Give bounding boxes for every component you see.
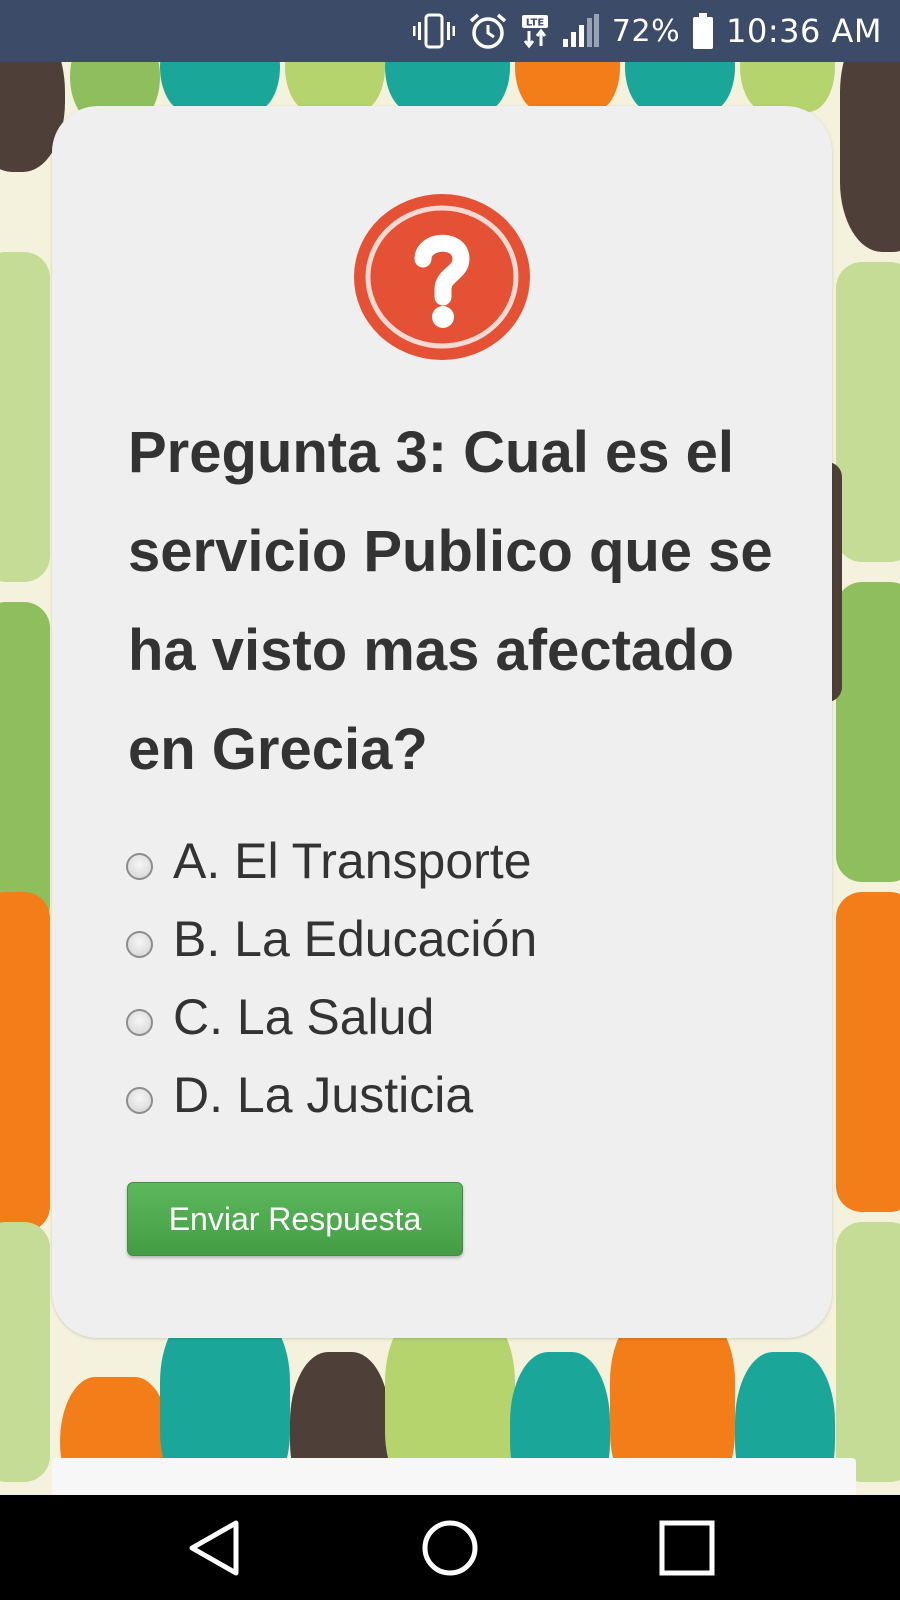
back-icon[interactable] [180, 1513, 250, 1583]
submit-answer-button[interactable]: Enviar Respuesta [127, 1182, 463, 1256]
option-a-label[interactable]: A. El Transporte [173, 832, 532, 890]
option-c[interactable]: C. La Salud [126, 978, 776, 1056]
answer-options: A. El Transporte B. La Educación C. La S… [126, 822, 776, 1134]
battery-icon [692, 12, 714, 50]
signal-icon [562, 13, 600, 49]
option-a[interactable]: A. El Transporte [126, 822, 776, 900]
option-d-label[interactable]: D. La Justicia [173, 1066, 473, 1124]
status-bar: LTE 72% 10:36 AM [0, 0, 900, 62]
option-c-label[interactable]: C. La Salud [173, 988, 434, 1046]
home-icon[interactable] [415, 1513, 485, 1583]
question-mark-icon [353, 193, 531, 361]
battery-percent: 72% [611, 13, 681, 49]
vibrate-icon [412, 13, 456, 49]
option-c-radio[interactable] [126, 1008, 153, 1036]
alarm-icon [468, 12, 508, 50]
option-b-radio[interactable] [126, 930, 153, 958]
option-b-label[interactable]: B. La Educación [173, 910, 537, 968]
option-d[interactable]: D. La Justicia [126, 1056, 776, 1134]
recents-icon[interactable] [652, 1513, 722, 1583]
clock: 10:36 AM [726, 12, 882, 50]
lte-icon: LTE [520, 13, 550, 49]
svg-text:LTE: LTE [526, 18, 545, 29]
option-a-radio[interactable] [126, 852, 153, 880]
option-d-radio[interactable] [126, 1086, 153, 1114]
question-text: Pregunta 3: Cual es el servicio Publico … [128, 420, 773, 782]
navigation-bar [0, 1495, 900, 1600]
option-b[interactable]: B. La Educación [126, 900, 776, 978]
